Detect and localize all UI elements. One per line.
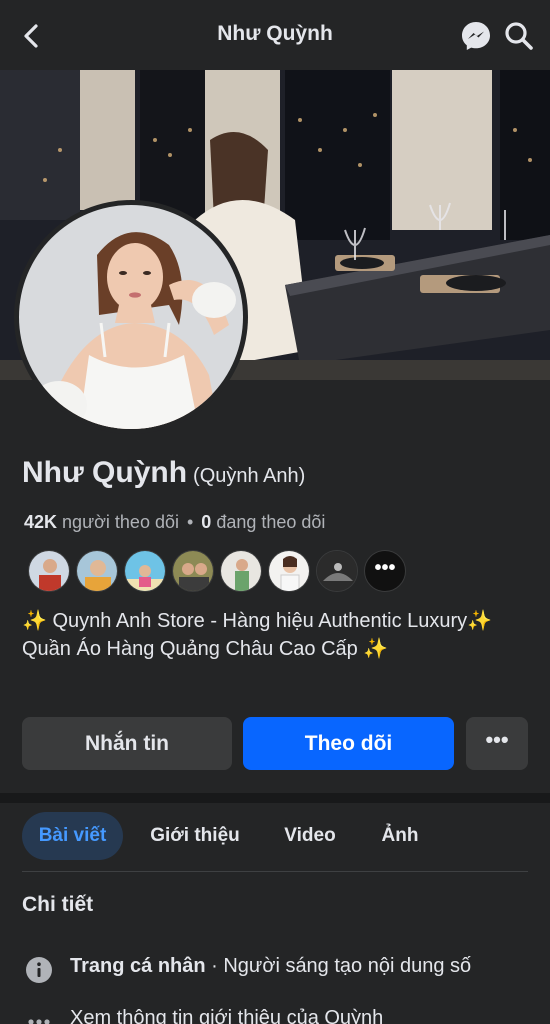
profile-avatar[interactable] (14, 200, 248, 434)
details-heading: Chi tiết (22, 893, 94, 916)
section-divider (0, 793, 550, 803)
tab-videos[interactable]: Video (270, 812, 350, 860)
detail-value: · Người sáng tạo nội dung số (205, 955, 472, 977)
tab-posts[interactable]: Bài viết (22, 812, 123, 860)
following-label: đang theo dõi (216, 512, 326, 532)
profile-bio: ✨ Quynh Anh Store - Hàng hiệu Authentic … (22, 610, 493, 660)
follow-button[interactable]: Theo dõi (243, 717, 454, 770)
follower-avatar[interactable] (268, 550, 310, 592)
messenger-icon (462, 22, 490, 50)
profile-alt-name: (Quỳnh Anh) (193, 465, 306, 487)
follower-avatar[interactable] (316, 550, 358, 592)
follower-avatar[interactable] (124, 550, 166, 592)
follower-avatar[interactable] (172, 550, 214, 592)
stats-separator: • (186, 512, 194, 532)
tabs-divider (22, 871, 528, 872)
top-bar: Như Quỳnh (0, 0, 550, 70)
message-button[interactable]: Nhắn tin (22, 717, 232, 770)
follower-avatar[interactable] (28, 550, 70, 592)
search-button[interactable] (502, 19, 536, 53)
followers-count: 42K (24, 512, 58, 532)
profile-name-row: Như Quỳnh (Quỳnh Anh) (22, 456, 532, 490)
follower-avatar[interactable] (220, 550, 262, 592)
more-followers-button[interactable]: ••• (364, 550, 406, 592)
detail-label: Trang cá nhân (70, 955, 206, 977)
see-about-link[interactable]: Xem thông tin giới thiệu của Quỳnh (70, 1007, 383, 1024)
follow-stats[interactable]: 42K người theo dõi • 0 đang theo dõi (24, 512, 325, 533)
tab-photos[interactable]: Ảnh (370, 812, 430, 860)
following-count: 0 (201, 512, 212, 532)
messenger-button[interactable] (458, 18, 494, 54)
avatar-image (19, 205, 243, 429)
more-options-button[interactable]: ••• (466, 717, 528, 770)
search-icon (505, 22, 533, 50)
followers-label: người theo dõi (62, 512, 179, 532)
tab-about[interactable]: Giới thiệu (140, 812, 250, 860)
follower-avatar[interactable] (76, 550, 118, 592)
info-icon (26, 957, 52, 989)
profile-tabs: Bài viết Giới thiệu Video Ảnh (0, 812, 550, 862)
profile-name: Như Quỳnh (22, 456, 188, 489)
more-icon (26, 1009, 52, 1024)
